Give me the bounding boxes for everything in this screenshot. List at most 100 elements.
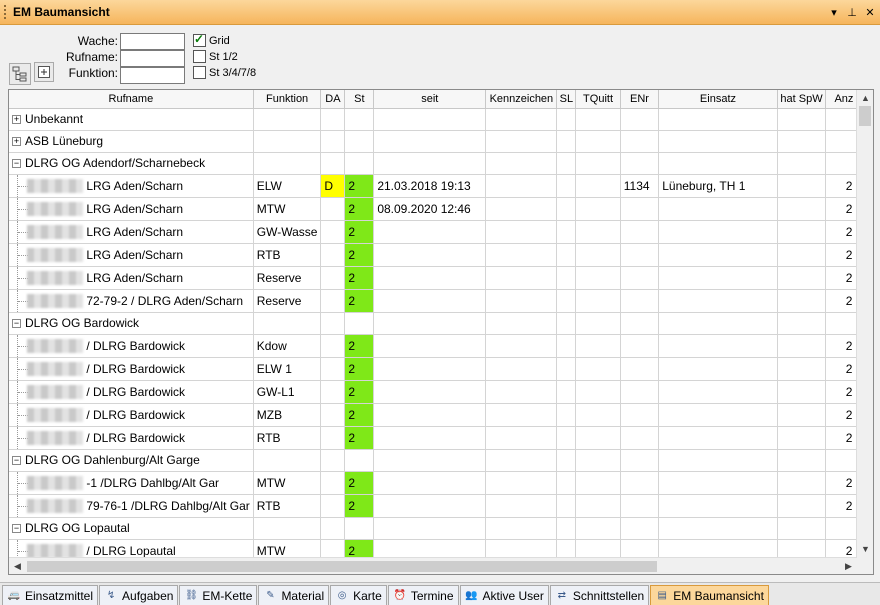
st3478-checkbox-box[interactable] — [193, 66, 206, 79]
rufname-cell[interactable]: 72-79-2 / DLRG Aden/Scharn — [9, 289, 254, 313]
column-header-enr[interactable]: ENr — [620, 90, 660, 109]
close-icon[interactable]: ✕ — [862, 6, 878, 19]
scroll-down-icon[interactable]: ▼ — [857, 541, 873, 557]
collapse-icon[interactable]: − — [12, 456, 21, 466]
group-empty-cell — [556, 130, 577, 153]
group-empty-cell — [373, 152, 487, 175]
enr-cell — [620, 357, 660, 381]
wache-input[interactable] — [120, 33, 185, 50]
scroll-right-icon[interactable]: ▶ — [840, 558, 857, 574]
rufname-cell[interactable]: LRG Aden/Scharn — [9, 174, 254, 198]
tab-label: Einsatzmittel — [25, 588, 94, 603]
tab-termine[interactable]: ⏰ Termine — [387, 585, 459, 605]
table-row[interactable]: / DLRG Bardowick RTB 2 2 — [9, 426, 873, 450]
vertical-scrollbar[interactable]: ▲ ▼ — [856, 90, 873, 574]
table-row[interactable]: 72-79-2 / DLRG Aden/Scharn Reserve 2 2 — [9, 289, 873, 313]
rufname-cell[interactable]: / DLRG Bardowick — [9, 403, 254, 427]
grid-checkbox[interactable]: Grid — [193, 32, 230, 47]
column-header-tquitt[interactable]: TQuitt — [575, 90, 621, 109]
column-header-seit[interactable]: seit — [373, 90, 487, 109]
group-row[interactable]: + Unbekannt — [9, 108, 873, 131]
tree-view-icon[interactable] — [9, 63, 31, 85]
seit-cell: 08.09.2020 12:46 — [373, 197, 487, 221]
column-header-einsatz[interactable]: Einsatz — [658, 90, 778, 109]
pin-icon[interactable]: ⊥ — [844, 6, 860, 19]
table-row[interactable]: LRG Aden/Scharn ELW D 2 21.03.2018 19:13 1134… — [9, 174, 873, 198]
table-row[interactable]: / DLRG Bardowick Kdow 2 2 — [9, 334, 873, 358]
tab-em-kette[interactable]: ⛓ EM-Kette — [179, 585, 258, 605]
group-cell[interactable]: − DLRG OG Dahlenburg/Alt Garge — [9, 449, 254, 472]
group-row[interactable]: − DLRG OG Lopautal — [9, 517, 873, 540]
scroll-left-icon[interactable]: ◀ — [9, 558, 26, 574]
rufname-cell[interactable]: LRG Aden/Scharn — [9, 220, 254, 244]
scroll-up-icon[interactable]: ▲ — [857, 90, 873, 106]
table-row[interactable]: LRG Aden/Scharn Reserve 2 2 — [9, 266, 873, 290]
group-row[interactable]: − DLRG OG Bardowick — [9, 312, 873, 335]
column-header-kennzeichen[interactable]: Kennzeichen — [485, 90, 558, 109]
rufname-cell[interactable]: / DLRG Bardowick — [9, 357, 254, 381]
expand-all-icon[interactable] — [34, 62, 54, 82]
group-empty-cell — [485, 312, 558, 335]
table-row[interactable]: 79-76-1 /DLRG Dahlbg/Alt Gar RTB 2 2 — [9, 494, 873, 518]
collapse-icon[interactable]: − — [12, 159, 21, 169]
st12-checkbox[interactable]: St 1/2 — [193, 50, 238, 63]
horizontal-scroll-thumb[interactable] — [27, 561, 657, 572]
expand-icon[interactable]: + — [12, 115, 21, 125]
group-cell[interactable]: + ASB Lüneburg — [9, 130, 254, 153]
dropdown-icon[interactable]: ▾ — [826, 6, 842, 19]
column-header-da[interactable]: DA — [320, 90, 346, 109]
funktion-cell: Reserve — [253, 266, 322, 290]
rufname-cell[interactable]: LRG Aden/Scharn — [9, 243, 254, 267]
table-row[interactable]: / DLRG Bardowick GW-L1 2 2 — [9, 380, 873, 404]
rufname-text: LRG Aden/Scharn — [83, 247, 184, 262]
rufname-cell[interactable]: LRG Aden/Scharn — [9, 266, 254, 290]
tab-einsatzmittel[interactable]: 🚐 Einsatzmittel — [2, 585, 99, 605]
table-row[interactable]: LRG Aden/Scharn MTW 2 08.09.2020 12:46 2 — [9, 197, 873, 221]
table-row[interactable]: LRG Aden/Scharn GW-Wasse 2 2 — [9, 220, 873, 244]
group-cell[interactable]: − DLRG OG Adendorf/Scharnebeck — [9, 152, 254, 175]
group-cell[interactable]: − DLRG OG Bardowick — [9, 312, 254, 335]
st12-checkbox-box[interactable] — [193, 50, 206, 63]
tab-aufgaben[interactable]: ↯ Aufgaben — [99, 585, 179, 605]
rufname-cell[interactable]: / DLRG Bardowick — [9, 380, 254, 404]
table-row[interactable]: -1 /DLRG Dahlbg/Alt Gar MTW 2 2 — [9, 471, 873, 495]
table-row[interactable]: LRG Aden/Scharn RTB 2 2 — [9, 243, 873, 267]
tree-grid[interactable]: Rufname Funktion DA St seit Kennzeichen SL TQui… — [8, 89, 874, 575]
einsatz-cell — [658, 289, 778, 313]
rufname-cell[interactable]: / DLRG Bardowick — [9, 426, 254, 450]
st-cell: 2 — [344, 334, 375, 358]
grid-checkbox-box[interactable] — [193, 32, 206, 47]
rufname-cell[interactable]: LRG Aden/Scharn — [9, 197, 254, 221]
tab-karte[interactable]: ◎ Karte — [330, 585, 387, 605]
st-cell: 2 — [344, 197, 375, 221]
collapse-icon[interactable]: − — [12, 524, 21, 534]
group-cell[interactable]: + Unbekannt — [9, 108, 254, 131]
horizontal-scrollbar[interactable]: ◀ ▶ — [9, 557, 857, 574]
rufname-input[interactable] — [120, 50, 185, 67]
funktion-input[interactable] — [120, 67, 185, 84]
vertical-scroll-thumb[interactable] — [859, 106, 871, 126]
tab-aktive-user[interactable]: 👥 Aktive User — [459, 585, 549, 605]
collapse-icon[interactable]: − — [12, 319, 21, 329]
drag-grip-icon[interactable] — [4, 5, 7, 19]
table-row[interactable]: / DLRG Bardowick ELW 122 — [9, 357, 873, 381]
group-cell[interactable]: − DLRG OG Lopautal — [9, 517, 254, 540]
group-empty-cell — [373, 108, 487, 131]
column-header-sl[interactable]: SL — [556, 90, 577, 109]
expand-icon[interactable]: + — [12, 137, 21, 147]
tab-material[interactable]: ✎ Material — [258, 585, 330, 605]
group-row[interactable]: + ASB Lüneburg — [9, 130, 873, 153]
table-row[interactable]: / DLRG Bardowick MZB 2 2 — [9, 403, 873, 427]
column-header-hat-spw[interactable]: hat SpW — [777, 90, 827, 109]
group-row[interactable]: − DLRG OG Adendorf/Scharnebeck — [9, 152, 873, 175]
rufname-cell[interactable]: / DLRG Bardowick — [9, 334, 254, 358]
tab-schnittstellen[interactable]: ⇄ Schnittstellen — [549, 585, 650, 605]
rufname-cell[interactable]: -1 /DLRG Dahlbg/Alt Gar — [9, 471, 254, 495]
st3478-checkbox[interactable]: St 3/4/7/8 — [193, 66, 256, 79]
column-header-funktion[interactable]: Funktion — [253, 90, 322, 109]
rufname-cell[interactable]: 79-76-1 /DLRG Dahlbg/Alt Gar — [9, 494, 254, 518]
group-row[interactable]: − DLRG OG Dahlenburg/Alt Garge — [9, 449, 873, 472]
column-header-st[interactable]: St — [344, 90, 375, 109]
column-header-rufname[interactable]: Rufname — [9, 90, 254, 109]
tab-em-baumansicht[interactable]: ▤ EM Baumansicht — [650, 585, 769, 605]
